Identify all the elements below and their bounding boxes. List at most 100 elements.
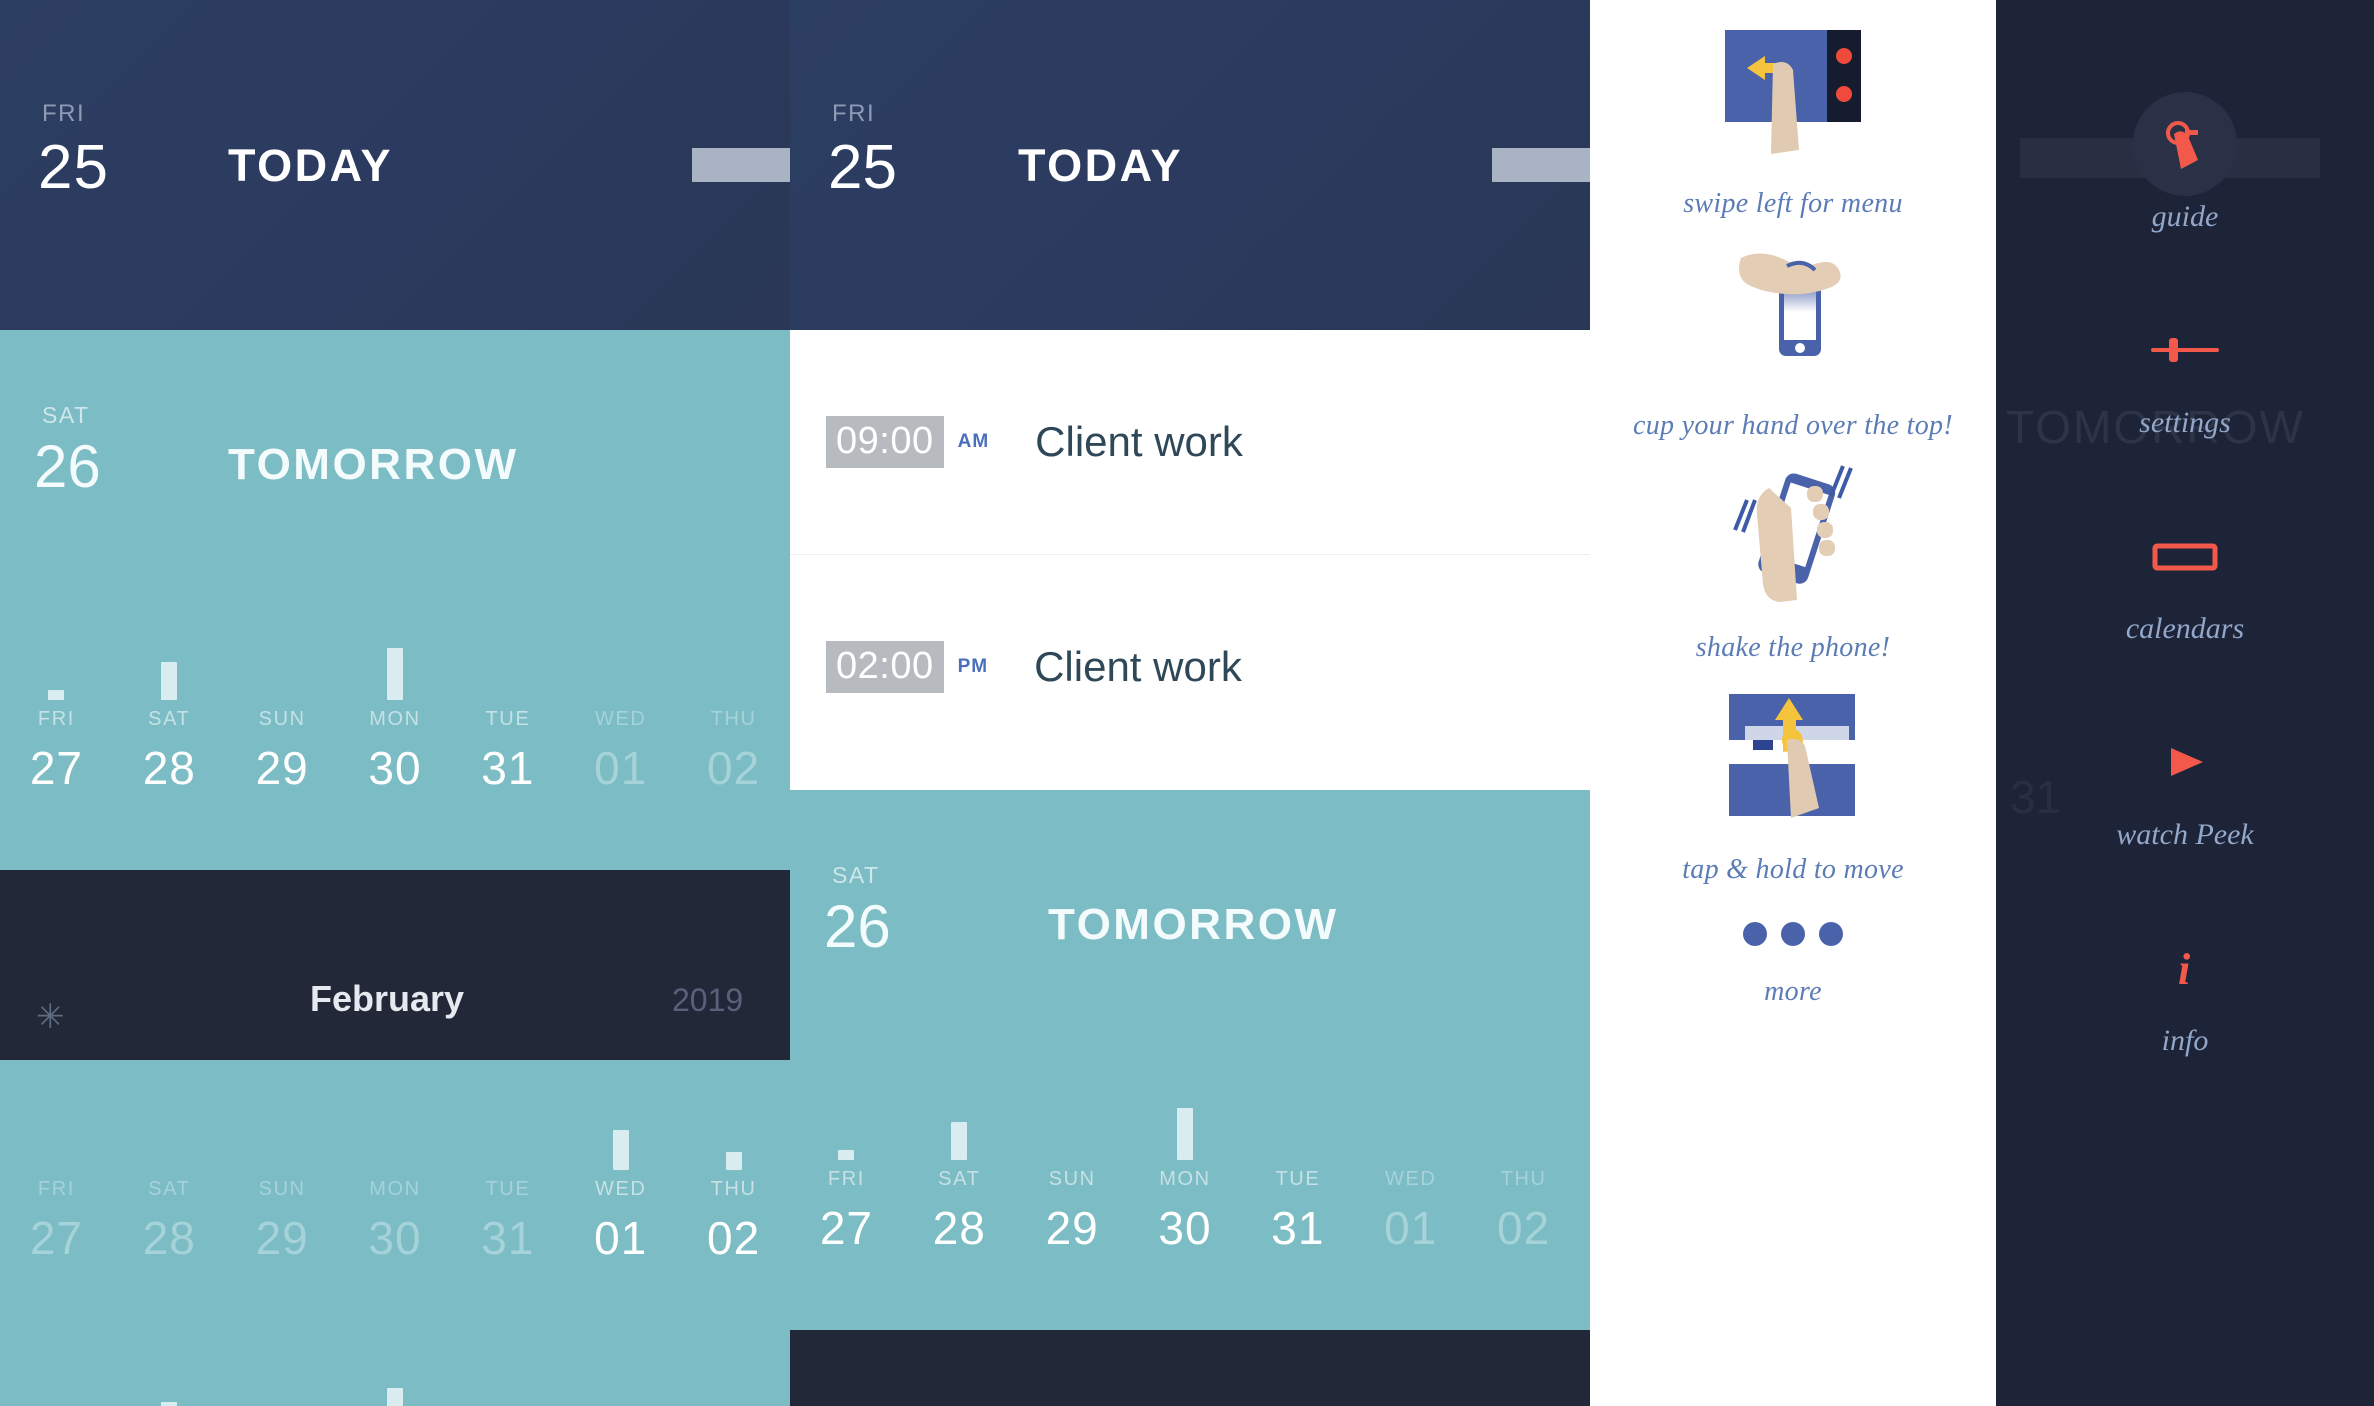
week-day-name: THU (1500, 1168, 1547, 1190)
busy-indicator-wrap (0, 1100, 113, 1170)
busy-indicator-bar (951, 1122, 968, 1160)
event-title: Client work (1035, 418, 1243, 465)
week-day-cell[interactable]: MON30 (1129, 1090, 1242, 1255)
week-day-cell[interactable]: THU02 (1467, 1090, 1580, 1255)
week-day-cell[interactable]: SAT28 (903, 1090, 1016, 1255)
busy-indicator-bar (161, 662, 178, 700)
week-day-number: 29 (255, 1212, 309, 1264)
menu-item-label: guide (2151, 200, 2219, 233)
week-day-cell[interactable]: SAT28 (113, 1370, 226, 1406)
menu-item-settings[interactable]: settings (1996, 302, 2374, 440)
busy-indicator-wrap (339, 1100, 452, 1170)
week-day-cell[interactable]: FRI27 (0, 1100, 113, 1265)
busy-indicator-wrap (226, 1370, 339, 1406)
events-tomorrow-day: 26 (824, 893, 891, 960)
week-day-number: 30 (1158, 1202, 1212, 1254)
week-day-name: WED (594, 708, 647, 730)
week-day-number: 30 (368, 1212, 422, 1264)
week-day-cell[interactable]: THU02 (677, 1370, 790, 1406)
today-header[interactable]: FRI 25 TODAY (0, 0, 790, 330)
week-day-cell[interactable]: FRI27 (790, 1090, 903, 1255)
today-overview-panel: FRI 25 TODAY SAT 26 TOMORROW FRI 27 SAT 28 S… (0, 0, 790, 1406)
menu-item-label: settings (2139, 406, 2231, 439)
events-tomorrow-title: TOMORROW (1048, 900, 1339, 949)
week-day-cell[interactable]: THU02 (677, 1100, 790, 1265)
week-day-name: TUE (485, 1178, 531, 1200)
week-day-name: THU (710, 708, 757, 730)
week-day-cell[interactable]: WED 01 (1354, 1090, 1467, 1255)
week-day-name: SAT (938, 1168, 981, 1190)
busy-indicator-wrap (339, 1370, 452, 1406)
week-strip-peek[interactable]: FRI27SAT28SUN29MON30TUE31WED01THU02 (0, 1370, 790, 1406)
svg-text:i: i (2178, 945, 2191, 994)
event-ampm: PM (957, 655, 989, 677)
week-strip-top[interactable]: FRI 27 SAT 28 SUN 29 MON 30 TUE 31 WED 01 THU 02 (0, 630, 790, 795)
busy-indicator-wrap (451, 630, 564, 700)
week-day-number: 01 (1384, 1202, 1438, 1254)
week-day-name: WED (1384, 1168, 1437, 1190)
events-week-strip[interactable]: FRI 27 SAT 28 SUN 29 MON 30 TUE 31 WED 01 THU 02 (790, 1090, 1580, 1255)
events-header-pill[interactable] (1492, 148, 1590, 182)
busy-indicator-bar (387, 648, 403, 700)
week-day-cell[interactable]: WED01 (564, 1370, 677, 1406)
week-day-cell[interactable]: SAT28 (113, 1100, 226, 1265)
gesture-label: swipe left for menu (1683, 188, 1903, 219)
week-day-name: SUN (258, 1178, 306, 1200)
gesture-swipe-left[interactable]: swipe left for menu (1590, 16, 1996, 220)
week-day-cell[interactable]: FRI27 (0, 1370, 113, 1406)
busy-indicator-wrap (226, 1100, 339, 1170)
week-day-cell[interactable]: THU 02 (677, 630, 790, 795)
event-row[interactable]: 02:00 PM Client work (790, 554, 1590, 778)
busy-indicator-wrap (903, 1090, 1016, 1160)
gesture-tap-hold[interactable]: tap & hold to move (1590, 682, 1996, 886)
busy-indicator-wrap (113, 1370, 226, 1406)
week-day-number: 27 (29, 1212, 84, 1264)
menu-item-guide[interactable]: guide (1996, 92, 2374, 234)
week-day-cell[interactable]: TUE31 (451, 1370, 564, 1406)
gesture-shake-phone[interactable]: shake the phone! (1590, 460, 1996, 664)
week-day-cell[interactable]: TUE31 (1241, 1090, 1354, 1255)
week-day-cell[interactable]: MON30 (339, 630, 452, 795)
events-footer-bar[interactable] (790, 1330, 1590, 1406)
year-label: 2019 (672, 982, 744, 1018)
events-header[interactable]: FRI 25 TODAY (790, 0, 1590, 330)
shake-phone-icon (1703, 460, 1883, 620)
week-day-number: 28 (142, 1212, 196, 1264)
gesture-more[interactable]: more (1590, 904, 1996, 1008)
menu-item-watch-peek[interactable]: watch Peek (1996, 714, 2374, 852)
today-header-pill[interactable] (692, 148, 790, 182)
busy-indicator-wrap (564, 630, 677, 700)
week-day-cell[interactable]: SUN29 (226, 630, 339, 795)
week-day-cell[interactable]: WED01 (564, 1100, 677, 1265)
event-time: 02:00 (826, 640, 944, 693)
week-day-name: MON (369, 708, 421, 730)
today-title: TODAY (228, 140, 394, 191)
week-day-name: SUN (258, 708, 306, 730)
week-day-name: THU (710, 1178, 757, 1200)
week-day-number: 02 (707, 742, 761, 794)
week-day-cell[interactable]: MON30 (339, 1100, 452, 1265)
event-row[interactable]: 09:00 AM Client work (790, 330, 1590, 554)
gesture-label: more (1764, 976, 1822, 1007)
menu-item-calendars[interactable]: calendars (1996, 508, 2374, 646)
week-day-cell[interactable]: SUN 29 (226, 1100, 339, 1265)
week-day-name: SAT (148, 708, 191, 730)
week-day-cell[interactable]: TUE31 (451, 630, 564, 795)
week-strip-bottom[interactable]: FRI 27 SAT 28 SUN 29 MON 30 TUE 31 WED 01 THU 02 (0, 1100, 790, 1265)
busy-indicator-wrap (677, 1370, 790, 1406)
month-bar[interactable] (0, 870, 790, 1060)
gesture-cup-hand[interactable]: cup your hand over the top! (1590, 238, 1996, 442)
busy-indicator-bar (1177, 1108, 1193, 1160)
week-day-cell[interactable]: WED 01 (564, 630, 677, 795)
week-day-number: 01 (594, 742, 648, 794)
week-day-cell[interactable]: SAT28 (113, 630, 226, 795)
busy-indicator-wrap (339, 630, 452, 700)
busy-indicator-wrap (113, 630, 226, 700)
week-day-cell[interactable]: TUE31 (451, 1100, 564, 1265)
week-day-cell[interactable]: SUN29 (1016, 1090, 1129, 1255)
week-day-cell[interactable]: SUN29 (226, 1370, 339, 1406)
week-day-cell[interactable]: MON30 (339, 1370, 452, 1406)
week-day-name: FRI (827, 1168, 865, 1190)
week-day-cell[interactable]: FRI27 (0, 630, 113, 795)
menu-item-info[interactable]: i info (1996, 920, 2374, 1058)
